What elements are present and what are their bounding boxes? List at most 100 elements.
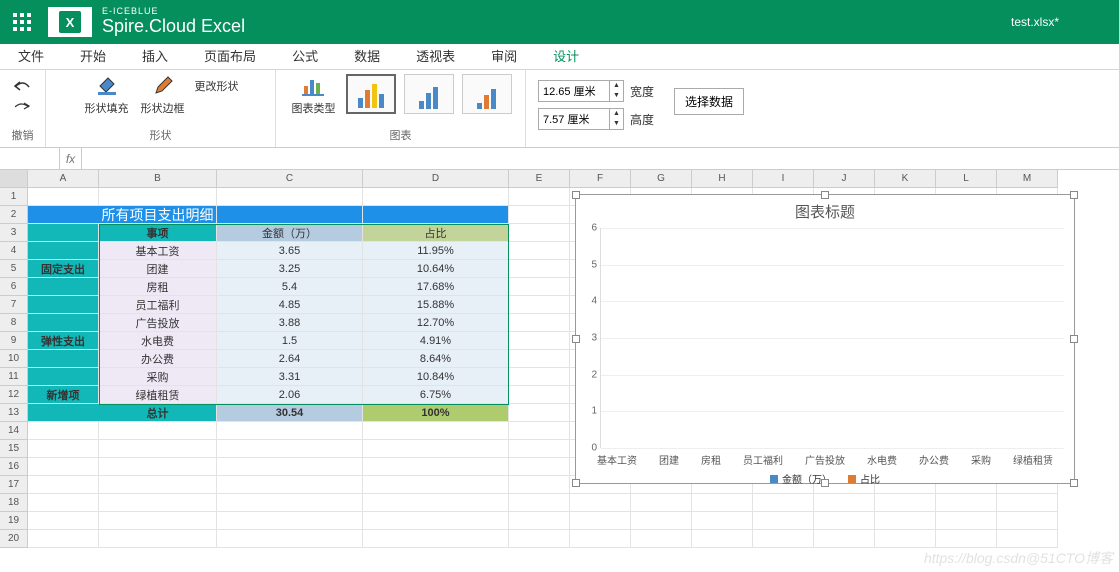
cell[interactable]	[631, 512, 692, 530]
cell[interactable]: 3.25	[217, 260, 363, 278]
cell[interactable]	[217, 206, 363, 224]
row-header[interactable]: 7	[0, 296, 28, 314]
cell[interactable]: 基本工资	[99, 242, 217, 260]
change-shape-button[interactable]: 更改形状	[195, 78, 239, 94]
row-header[interactable]: 4	[0, 242, 28, 260]
row-header[interactable]: 11	[0, 368, 28, 386]
cell[interactable]	[28, 404, 99, 422]
cell[interactable]	[509, 224, 570, 242]
row-header[interactable]: 1	[0, 188, 28, 206]
cell[interactable]	[509, 314, 570, 332]
chevron-down-icon[interactable]: ▼	[610, 119, 623, 129]
menu-tab-4[interactable]: 公式	[274, 44, 336, 69]
cell[interactable]: 11.95%	[363, 242, 509, 260]
cell[interactable]	[28, 242, 99, 260]
cell[interactable]: 弹性支出	[28, 332, 99, 350]
cell[interactable]	[99, 476, 217, 494]
cell[interactable]	[814, 512, 875, 530]
cell[interactable]	[509, 530, 570, 548]
cell[interactable]	[28, 368, 99, 386]
col-header[interactable]: B	[99, 170, 217, 188]
col-header[interactable]: M	[997, 170, 1058, 188]
cell[interactable]	[217, 494, 363, 512]
row-header[interactable]: 19	[0, 512, 28, 530]
cell[interactable]: 所有项目支出明细	[99, 206, 217, 224]
cell[interactable]	[28, 512, 99, 530]
cell[interactable]	[753, 494, 814, 512]
cell[interactable]: 新增项	[28, 386, 99, 404]
cell[interactable]	[28, 350, 99, 368]
width-stepper[interactable]: ▲▼	[538, 80, 624, 102]
cell[interactable]: 采购	[99, 368, 217, 386]
cell[interactable]: 10.84%	[363, 368, 509, 386]
select-data-button[interactable]: 选择数据	[674, 88, 744, 115]
menu-tab-6[interactable]: 透视表	[398, 44, 473, 69]
cell[interactable]	[509, 206, 570, 224]
cell[interactable]: 100%	[363, 404, 509, 422]
row-header[interactable]: 17	[0, 476, 28, 494]
cell[interactable]	[28, 224, 99, 242]
cell[interactable]	[509, 278, 570, 296]
row-header[interactable]: 2	[0, 206, 28, 224]
cell[interactable]: 2.06	[217, 386, 363, 404]
embedded-chart[interactable]: 图表标题 0123456 基本工资团建房租员工福利广告投放水电费办公费采购绿植租…	[575, 194, 1075, 484]
cell[interactable]	[631, 494, 692, 512]
chart-style-thumb-1[interactable]	[346, 74, 396, 114]
cell[interactable]: 6.75%	[363, 386, 509, 404]
cell[interactable]: 30.54	[217, 404, 363, 422]
cell[interactable]	[217, 458, 363, 476]
cell[interactable]: 3.88	[217, 314, 363, 332]
shape-fill-button[interactable]: 形状填充	[83, 74, 131, 116]
col-header[interactable]: H	[692, 170, 753, 188]
col-header[interactable]: G	[631, 170, 692, 188]
cell[interactable]	[217, 440, 363, 458]
cell[interactable]	[509, 242, 570, 260]
cell[interactable]	[814, 494, 875, 512]
row-header[interactable]: 3	[0, 224, 28, 242]
chevron-down-icon[interactable]: ▼	[610, 91, 623, 101]
cell[interactable]: 总计	[99, 404, 217, 422]
chevron-up-icon[interactable]: ▲	[610, 109, 623, 119]
chevron-up-icon[interactable]: ▲	[610, 81, 623, 91]
col-header[interactable]: A	[28, 170, 99, 188]
cell[interactable]	[363, 458, 509, 476]
cell[interactable]: 2.64	[217, 350, 363, 368]
cell[interactable]	[99, 440, 217, 458]
chart-type-button[interactable]: 图表类型	[290, 74, 338, 116]
cell[interactable]	[509, 404, 570, 422]
cell[interactable]	[363, 494, 509, 512]
cell[interactable]	[363, 512, 509, 530]
row-header[interactable]: 9	[0, 332, 28, 350]
col-header[interactable]: C	[217, 170, 363, 188]
cell[interactable]	[875, 512, 936, 530]
cell[interactable]	[99, 422, 217, 440]
menu-tab-8[interactable]: 设计	[535, 44, 597, 69]
row-header[interactable]: 12	[0, 386, 28, 404]
menu-tab-3[interactable]: 页面布局	[186, 44, 274, 69]
cell[interactable]: 占比	[363, 224, 509, 242]
row-header[interactable]: 18	[0, 494, 28, 512]
cell[interactable]	[363, 206, 509, 224]
cell[interactable]: 团建	[99, 260, 217, 278]
cell[interactable]: 4.91%	[363, 332, 509, 350]
cell[interactable]	[692, 530, 753, 548]
cell[interactable]	[99, 494, 217, 512]
cell[interactable]	[509, 368, 570, 386]
row-header[interactable]: 13	[0, 404, 28, 422]
cell[interactable]: 固定支出	[28, 260, 99, 278]
cell[interactable]	[570, 530, 631, 548]
cell[interactable]: 10.64%	[363, 260, 509, 278]
chart-style-thumb-2[interactable]	[404, 74, 454, 114]
cell[interactable]	[936, 494, 997, 512]
cell[interactable]	[99, 458, 217, 476]
chart-title[interactable]: 图表标题	[576, 195, 1074, 228]
cell[interactable]	[997, 530, 1058, 548]
cell[interactable]	[692, 494, 753, 512]
cell[interactable]	[509, 350, 570, 368]
cell[interactable]	[570, 494, 631, 512]
menu-tab-1[interactable]: 开始	[62, 44, 124, 69]
spreadsheet-grid[interactable]: 1234567891011121314151617181920 ABCDEFGH…	[0, 170, 1119, 572]
cell[interactable]	[217, 530, 363, 548]
menu-tab-2[interactable]: 插入	[124, 44, 186, 69]
cell[interactable]	[997, 512, 1058, 530]
